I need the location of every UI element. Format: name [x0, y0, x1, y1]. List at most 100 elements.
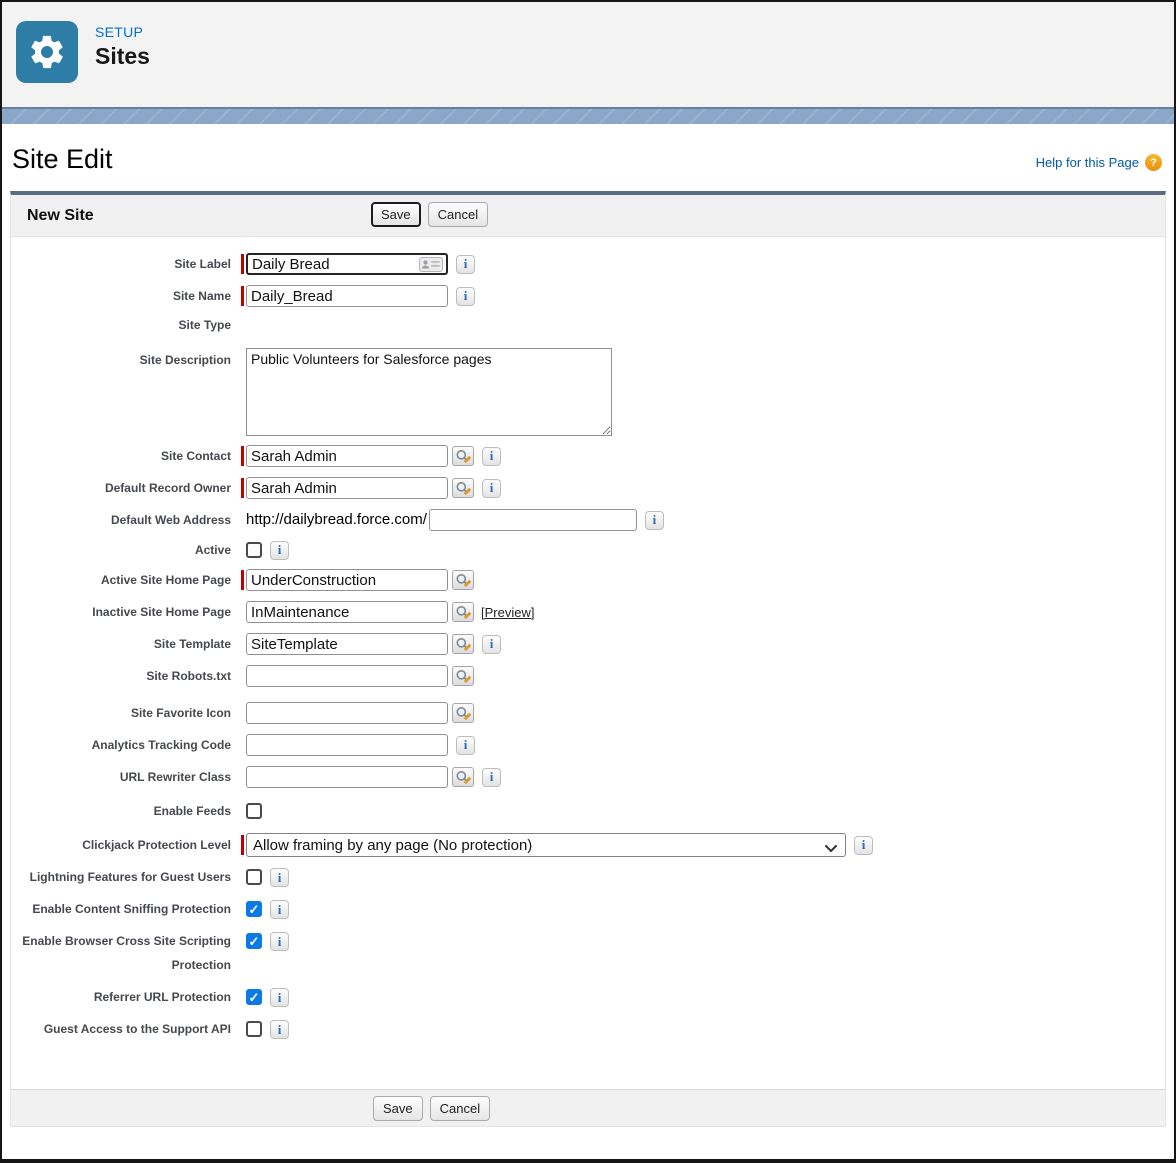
- save-button-top[interactable]: Save: [371, 202, 421, 227]
- lookup-icon[interactable]: [452, 767, 474, 787]
- referrer-url-checkbox[interactable]: ✓: [246, 989, 262, 1005]
- field-label: Site Template: [11, 632, 231, 656]
- sites-setup-window: { "header": { "setup_label": "SETUP", "t…: [0, 0, 1176, 1163]
- required-bar: [241, 446, 244, 466]
- field-row-enable-feeds: Enable Feeds: [11, 801, 1165, 821]
- info-icon[interactable]: i: [645, 511, 664, 530]
- info-icon[interactable]: i: [854, 836, 873, 855]
- autofill-contact-icon[interactable]: [419, 257, 443, 277]
- preview-link[interactable]: [Preview]: [481, 605, 534, 620]
- field-label: Inactive Site Home Page: [11, 600, 231, 624]
- site-favorite-icon-input[interactable]: [246, 702, 448, 724]
- site-robots-input[interactable]: [246, 665, 448, 687]
- section-title: New Site: [27, 207, 94, 225]
- field-label: Default Record Owner: [11, 476, 231, 500]
- field-label: Clickjack Protection Level: [11, 833, 231, 857]
- save-button-bottom[interactable]: Save: [373, 1096, 423, 1121]
- page-app-title: Sites: [95, 43, 150, 70]
- info-icon[interactable]: i: [456, 287, 475, 306]
- site-name-input[interactable]: [246, 285, 448, 307]
- field-label: Site Robots.txt: [11, 664, 231, 688]
- info-icon[interactable]: i: [270, 988, 289, 1007]
- section-footer: Save Cancel: [11, 1089, 1165, 1126]
- cancel-button-top[interactable]: Cancel: [428, 202, 488, 227]
- guest-access-checkbox[interactable]: [246, 1021, 262, 1037]
- help-for-this-page-link[interactable]: Help for this Page: [1036, 155, 1139, 170]
- field-label: Default Web Address: [11, 508, 231, 532]
- content-sniffing-checkbox[interactable]: ✓: [246, 901, 262, 917]
- default-record-owner-input[interactable]: [246, 477, 448, 499]
- info-icon[interactable]: i: [270, 900, 289, 919]
- setup-breadcrumb: SETUP: [95, 24, 150, 40]
- field-label: Enable Feeds: [11, 801, 231, 821]
- active-site-home-page-input[interactable]: [246, 569, 448, 591]
- site-contact-input[interactable]: [246, 445, 448, 467]
- info-icon[interactable]: i: [482, 768, 501, 787]
- question-mark-icon[interactable]: ?: [1145, 154, 1162, 171]
- field-row-referrer-url-protection: Referrer URL Protection ✓ i: [11, 985, 1165, 1009]
- analytics-tracking-code-input[interactable]: [246, 734, 448, 756]
- xss-protection-checkbox[interactable]: ✓: [246, 933, 262, 949]
- info-icon[interactable]: i: [456, 736, 475, 755]
- info-icon[interactable]: i: [482, 635, 501, 654]
- field-label: Site Label: [11, 252, 231, 276]
- lookup-icon[interactable]: [452, 666, 474, 686]
- field-row-site-description: Site Description Public Volunteers for S…: [11, 348, 1165, 436]
- field-row-analytics-tracking-code: Analytics Tracking Code i: [11, 733, 1165, 757]
- field-label: Active: [11, 540, 231, 560]
- clickjack-protection-select[interactable]: Allow framing by any page (No protection…: [246, 833, 846, 857]
- lookup-icon[interactable]: [452, 446, 474, 466]
- active-checkbox[interactable]: [246, 542, 262, 558]
- field-row-clickjack-protection-level: Clickjack Protection Level Allow framing…: [11, 833, 1165, 857]
- lookup-icon[interactable]: [452, 478, 474, 498]
- field-label: Enable Browser Cross Site Scripting Prot…: [11, 929, 231, 977]
- info-icon[interactable]: i: [456, 255, 475, 274]
- info-icon[interactable]: i: [270, 541, 289, 560]
- field-row-site-type: Site Type: [11, 316, 1165, 340]
- field-row-active-site-home-page: Active Site Home Page: [11, 568, 1165, 592]
- field-row-site-label: Site Label i: [11, 252, 1165, 276]
- info-icon[interactable]: i: [482, 447, 501, 466]
- setup-header: SETUP Sites: [2, 2, 1174, 107]
- decorative-banner: [2, 107, 1174, 124]
- lookup-icon[interactable]: [452, 602, 474, 622]
- field-label: Site Contact: [11, 444, 231, 468]
- web-address-prefix: http://dailybread.force.com/: [246, 508, 427, 532]
- info-icon[interactable]: i: [482, 479, 501, 498]
- field-label: Enable Content Sniffing Protection: [11, 897, 231, 921]
- lookup-icon[interactable]: [452, 570, 474, 590]
- default-web-address-input[interactable]: [429, 509, 637, 531]
- inactive-site-home-page-input[interactable]: [246, 601, 448, 623]
- gear-icon-glyph: [27, 32, 67, 72]
- field-row-site-robots: Site Robots.txt: [11, 664, 1165, 688]
- field-row-default-web-address: Default Web Address http://dailybread.fo…: [11, 508, 1165, 532]
- site-label-input[interactable]: [246, 253, 448, 275]
- info-icon[interactable]: i: [270, 868, 289, 887]
- lookup-icon[interactable]: [452, 634, 474, 654]
- site-edit-form: Site Label i Site Name i: [11, 237, 1165, 1089]
- required-bar: [241, 835, 244, 855]
- enable-feeds-checkbox[interactable]: [246, 803, 262, 819]
- field-row-guest-access-support-api: Guest Access to the Support API i: [11, 1017, 1165, 1041]
- field-row-site-name: Site Name i: [11, 284, 1165, 308]
- field-label: Site Type: [11, 316, 231, 334]
- required-bar: [241, 254, 244, 274]
- site-description-textarea[interactable]: Public Volunteers for Salesforce pages: [246, 348, 612, 436]
- required-bar: [241, 570, 244, 590]
- field-label: Guest Access to the Support API: [11, 1017, 231, 1041]
- info-icon[interactable]: i: [270, 1020, 289, 1039]
- gear-icon: [16, 21, 78, 83]
- url-rewriter-class-input[interactable]: [246, 766, 448, 788]
- field-row-site-contact: Site Contact i: [11, 444, 1165, 468]
- info-icon[interactable]: i: [270, 932, 289, 951]
- cancel-button-bottom[interactable]: Cancel: [430, 1096, 490, 1121]
- lightning-features-checkbox[interactable]: [246, 869, 262, 885]
- field-row-active: Active i: [11, 540, 1165, 560]
- field-label: Active Site Home Page: [11, 568, 231, 592]
- lookup-icon[interactable]: [452, 703, 474, 723]
- field-label: Referrer URL Protection: [11, 985, 231, 1009]
- field-row-content-sniffing-protection: Enable Content Sniffing Protection ✓ i: [11, 897, 1165, 921]
- site-template-input[interactable]: [246, 633, 448, 655]
- field-row-inactive-site-home-page: Inactive Site Home Page [Preview]: [11, 600, 1165, 624]
- field-row-lightning-features-guest-users: Lightning Features for Guest Users i: [11, 865, 1165, 889]
